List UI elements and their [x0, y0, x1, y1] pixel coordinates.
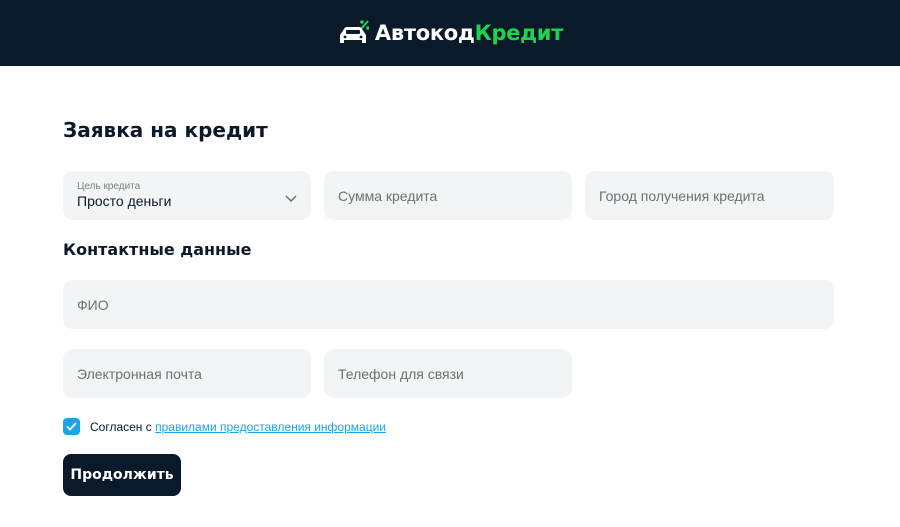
car-logo-icon [337, 19, 370, 47]
logo-text-part2: Кредит [474, 21, 564, 45]
contact-section-title: Контактные данные [63, 240, 252, 259]
chevron-down-icon [285, 190, 297, 203]
email-input[interactable]: Электронная почта [63, 349, 311, 398]
email-placeholder: Электронная почта [77, 365, 202, 382]
fio-placeholder: ФИО [77, 296, 109, 313]
phone-input[interactable]: Телефон для связи [324, 349, 572, 398]
agreement-prefix: Согласен с [90, 419, 156, 434]
credit-city-input[interactable]: Город получения кредита [585, 171, 834, 220]
fio-input[interactable]: ФИО [63, 280, 834, 329]
agreement-checkbox[interactable] [63, 418, 80, 435]
credit-purpose-label: Цель кредита [77, 181, 141, 192]
site-header: АвтокодКредит [0, 0, 900, 66]
page-title: Заявка на кредит [63, 118, 268, 142]
logo-text: АвтокодКредит [375, 21, 563, 45]
continue-button[interactable]: Продолжить [63, 454, 181, 496]
credit-city-placeholder: Город получения кредита [599, 187, 765, 204]
credit-amount-placeholder: Сумма кредита [338, 187, 438, 204]
credit-purpose-value: Просто деньги [77, 193, 172, 209]
logo[interactable]: АвтокодКредит [337, 19, 563, 47]
logo-text-part1: Автокод [374, 21, 475, 45]
credit-purpose-select[interactable]: Цель кредита Просто деньги [63, 171, 311, 220]
check-icon [66, 422, 77, 431]
phone-placeholder: Телефон для связи [338, 365, 464, 382]
agreement-link[interactable]: правилами предоставления информации [155, 420, 386, 434]
agreement-text: Согласен с правилами предоставления инфо… [90, 420, 386, 434]
credit-amount-input[interactable]: Сумма кредита [324, 171, 572, 220]
agreement-row: Согласен с правилами предоставления инфо… [63, 418, 386, 435]
